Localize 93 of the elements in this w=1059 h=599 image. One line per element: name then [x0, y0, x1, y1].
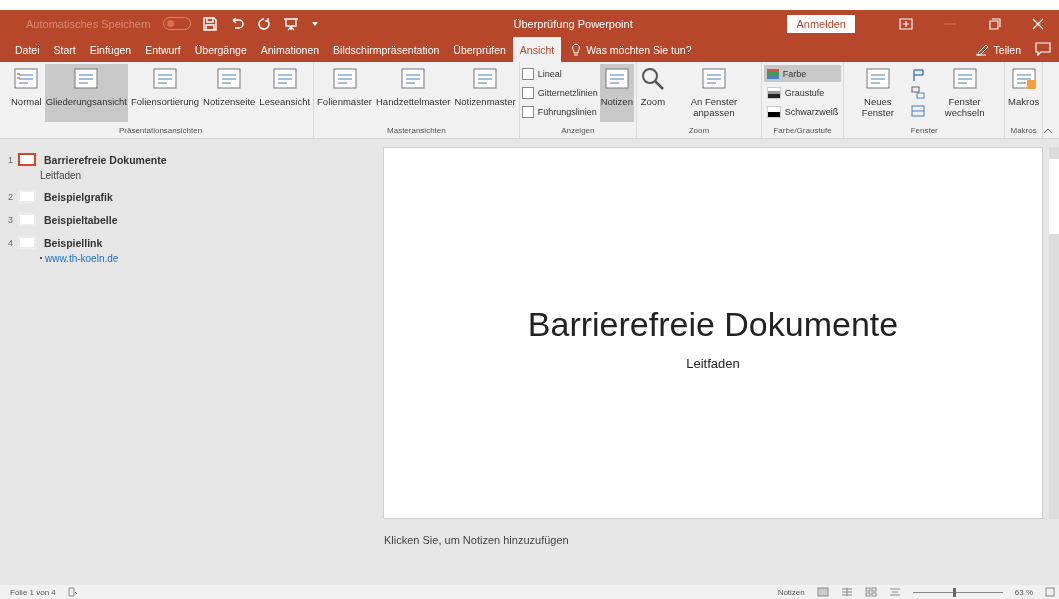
cascade-icon[interactable] — [911, 86, 926, 100]
view-icon — [13, 66, 40, 92]
color-mode-button[interactable]: Graustufe — [763, 84, 842, 101]
checkbox-option[interactable]: Gitternetzlinien — [521, 84, 598, 101]
view-button[interactable]: Leseansicht — [258, 64, 312, 122]
split-window-icon[interactable] — [911, 104, 926, 118]
outline-view-icon[interactable] — [840, 587, 853, 597]
view-button[interactable]: Zoom — [638, 64, 667, 122]
slide-icon[interactable] — [18, 153, 36, 166]
outline-title[interactable]: Beispieltabelle — [44, 213, 118, 226]
view-icon — [951, 66, 978, 92]
view-icon — [152, 66, 178, 92]
ribbon-group-label: Zoom — [687, 126, 711, 137]
view-button[interactable]: Neues Fenster — [846, 64, 910, 122]
view-button[interactable]: Notizenseite — [202, 64, 257, 122]
close-icon[interactable] — [1031, 17, 1045, 30]
ribbon-group-label: Makros — [1009, 126, 1038, 137]
slide-number: 1 — [8, 154, 14, 165]
view-button[interactable]: An Fenster anpassen — [668, 64, 759, 122]
zoom-percent[interactable]: 63 % — [1014, 587, 1033, 597]
share-button[interactable]: Teilen — [993, 44, 1021, 56]
reading-view-icon[interactable] — [888, 587, 901, 597]
outline-title[interactable]: Beispiellink — [44, 236, 103, 249]
slide-number: 4 — [8, 237, 14, 248]
lightbulb-icon — [571, 43, 582, 56]
ribbon-tab[interactable]: Animationen — [253, 37, 327, 62]
ribbon-tab[interactable]: Ansicht — [512, 37, 562, 62]
ribbon-group-label: Fenster — [909, 126, 939, 137]
view-icon — [216, 66, 243, 92]
window-title: Überprüfung Powerpoint — [512, 17, 634, 30]
collapse-ribbon-icon[interactable] — [1043, 128, 1053, 134]
view-button[interactable]: Normal — [10, 64, 43, 122]
outline-title[interactable]: Beispielgrafik — [44, 190, 113, 203]
view-icon — [639, 66, 666, 92]
ribbon-tab[interactable]: Überprüfen — [446, 37, 513, 62]
view-button[interactable]: Gliederungsansicht — [44, 64, 128, 122]
view-icon — [73, 66, 100, 92]
ribbon-display-icon[interactable] — [899, 17, 913, 30]
slide-counter: Folie 1 von 4 — [10, 587, 56, 597]
view-button[interactable]: Handzettelmaster — [375, 64, 452, 122]
view-button[interactable]: Notizen — [599, 64, 634, 122]
ribbon-tab[interactable]: Datei — [8, 37, 47, 62]
view-icon — [472, 66, 499, 92]
slide-number: 2 — [8, 191, 14, 202]
view-icon — [700, 66, 727, 92]
zoom-slider-thumb[interactable] — [953, 587, 957, 597]
ribbon-group-label: Farbe/Graustufe — [772, 126, 833, 137]
ribbon-group-label: Masteransichten — [386, 126, 447, 137]
signin-button[interactable]: Anmelden — [787, 14, 855, 33]
checkbox-option[interactable]: Führungslinien — [521, 103, 598, 120]
ribbon-group-label: Anzeigen — [560, 126, 596, 137]
notes-button[interactable]: Notizen — [777, 587, 805, 597]
slide-title[interactable]: Barrierefreie Dokumente — [527, 305, 899, 344]
restore-icon[interactable] — [987, 17, 1001, 30]
slide-number: 3 — [8, 214, 14, 225]
view-icon — [1010, 66, 1037, 92]
redo-icon[interactable] — [256, 16, 271, 31]
slide-subtitle[interactable]: Leitfaden — [686, 356, 740, 371]
tell-me-search[interactable]: Was möchten Sie tun? — [586, 44, 692, 56]
presentation-icon[interactable] — [282, 16, 299, 31]
checkbox-option[interactable]: Lineal — [521, 65, 598, 82]
color-mode-button[interactable]: Farbe — [763, 65, 842, 82]
outline-link[interactable]: www.th-koeln.de — [45, 252, 119, 264]
view-button[interactable]: Notizenmaster — [453, 64, 517, 122]
ribbon-tab[interactable]: Bildschirmpräsentation — [326, 37, 447, 62]
normal-view-icon[interactable] — [816, 587, 829, 597]
sorter-view-icon[interactable] — [864, 587, 877, 597]
view-button[interactable]: Foliensortierung — [129, 64, 201, 122]
view-icon — [271, 66, 298, 92]
view-icon — [864, 66, 891, 92]
slide-canvas[interactable]: Barrierefreie Dokumente Leitfaden — [383, 147, 1043, 519]
view-button[interactable]: Makros — [1007, 64, 1041, 122]
ribbon-group-label: Präsentationsansichten — [117, 126, 204, 137]
view-icon — [603, 66, 630, 92]
share-icon[interactable] — [974, 43, 989, 56]
ribbon-tab[interactable]: Einfügen — [82, 37, 139, 62]
view-icon — [331, 66, 358, 92]
save-icon[interactable] — [202, 16, 217, 31]
customize-caret-icon[interactable] — [310, 20, 319, 27]
ribbon-tab[interactable]: Entwurf — [138, 37, 188, 62]
vertical-scrollbar[interactable] — [1049, 147, 1059, 519]
outline-title[interactable]: Barrierefreie Dokumente — [44, 153, 167, 166]
view-button[interactable]: Folienmaster — [316, 64, 373, 122]
outline-text[interactable]: Leitfaden — [40, 169, 82, 181]
notes-field[interactable]: Klicken Sie, um Notizen hinzuzufügen — [383, 519, 1059, 546]
comment-icon[interactable] — [1035, 42, 1051, 56]
ribbon-tab[interactable]: Start — [46, 37, 83, 62]
view-button[interactable]: Fenster wechseln — [927, 64, 1003, 122]
color-mode-button[interactable]: Schwarzweiß — [763, 103, 842, 120]
ribbon-tab[interactable]: Übergänge — [187, 37, 254, 62]
autosave-label: Automatisches Speichern — [26, 17, 151, 30]
fit-window-icon[interactable] — [1045, 587, 1055, 597]
view-icon — [400, 66, 427, 92]
